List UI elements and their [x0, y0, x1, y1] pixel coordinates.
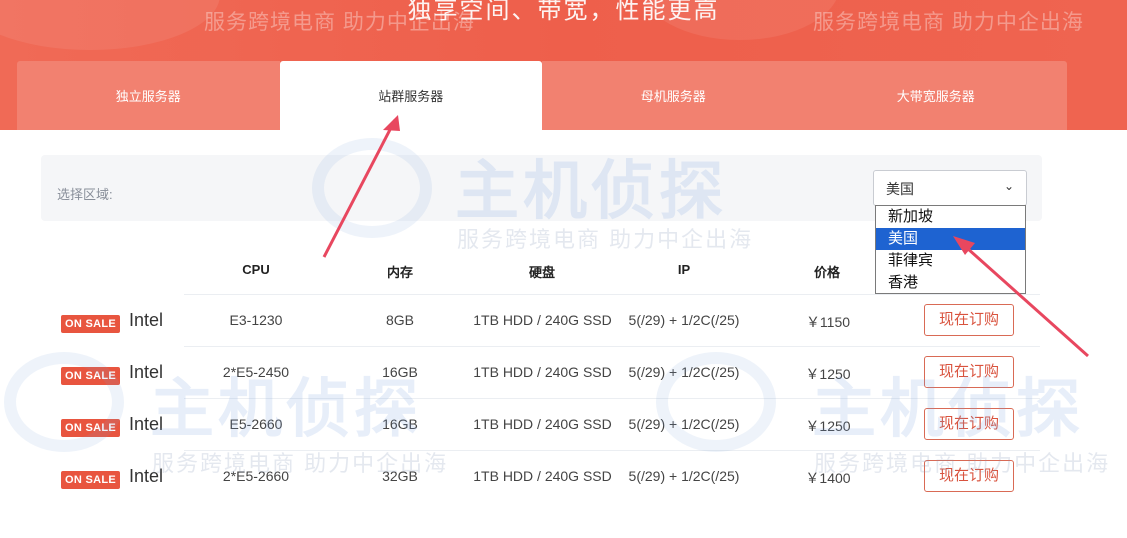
- column-header-cpu: CPU: [242, 262, 270, 277]
- price-value: ￥1250: [805, 418, 851, 434]
- tab-dedicated-server[interactable]: 独立服务器: [17, 61, 280, 130]
- order-now-button[interactable]: 现在订购: [924, 304, 1014, 336]
- row-divider: [184, 398, 1040, 399]
- on-sale-badge: ON SALE: [61, 315, 120, 333]
- memory-value: 16GB: [382, 416, 418, 432]
- price-value: ￥1250: [805, 366, 851, 382]
- cpu-model: 2*E5-2450: [222, 364, 290, 380]
- hero-watermark-right: 服务跨境电商 助力中企出海: [813, 11, 1084, 34]
- watermark-slogan: 服务跨境电商 助力中企出海: [457, 227, 754, 252]
- region-dropdown-list: 新加坡 美国 菲律宾 香港: [875, 205, 1026, 294]
- order-now-button[interactable]: 现在订购: [924, 356, 1014, 388]
- price-value: ￥1400: [805, 470, 851, 486]
- cpu-brand: Intel: [129, 466, 164, 486]
- cpu-model: E3-1230: [229, 312, 283, 328]
- memory-value: 32GB: [382, 468, 418, 484]
- cpu-model: E5-2660: [229, 416, 283, 432]
- server-type-tabs: 独立服务器 站群服务器 母机服务器 大带宽服务器: [17, 61, 1067, 130]
- disk-value: 1TB HDD / 240G SSD: [473, 416, 612, 432]
- region-option-usa[interactable]: 美国: [876, 228, 1025, 250]
- ip-value: 5(/29) + 1/2C(/25): [628, 364, 740, 380]
- order-now-button[interactable]: 现在订购: [924, 460, 1014, 492]
- on-sale-badge: ON SALE: [61, 471, 120, 489]
- cpu-model: 2*E5-2660: [222, 468, 290, 484]
- cpu-brand: Intel: [129, 310, 164, 330]
- cpu-brand: Intel: [129, 362, 164, 382]
- column-header-disk: 硬盘: [528, 265, 555, 280]
- disk-value: 1TB HDD / 240G SSD: [473, 364, 612, 380]
- chevron-down-icon: ⌄: [1003, 179, 1014, 193]
- column-header-ip: IP: [677, 262, 691, 277]
- disk-value: 1TB HDD / 240G SSD: [473, 468, 612, 484]
- ip-value: 5(/29) + 1/2C(/25): [628, 468, 740, 484]
- row-divider: [184, 346, 1040, 347]
- hero-banner: 服务跨境电商 助力中企出海 独享空间、带宽，性能更高 服务跨境电商 助力中企出海…: [0, 0, 1127, 130]
- region-option-singapore[interactable]: 新加坡: [876, 206, 1025, 228]
- cpu-brand: Intel: [129, 414, 164, 434]
- ip-value: 5(/29) + 1/2C(/25): [628, 312, 740, 328]
- ip-value: 5(/29) + 1/2C(/25): [628, 416, 740, 432]
- column-header-price: 价格: [813, 265, 840, 280]
- memory-value: 16GB: [382, 364, 418, 380]
- region-filter-label: 选择区域:: [57, 187, 113, 202]
- row-divider: [184, 450, 1040, 451]
- disk-value: 1TB HDD / 240G SSD: [473, 312, 612, 328]
- tab-cluster-server[interactable]: 站群服务器: [279, 61, 542, 130]
- on-sale-badge: ON SALE: [61, 419, 120, 437]
- price-value: ￥1150: [805, 314, 851, 330]
- tab-host-server[interactable]: 母机服务器: [542, 61, 805, 130]
- region-option-hongkong[interactable]: 香港: [876, 272, 1025, 294]
- region-option-philippines[interactable]: 菲律宾: [876, 250, 1025, 272]
- region-select-value: 美国: [886, 181, 914, 197]
- tab-bandwidth-server[interactable]: 大带宽服务器: [804, 61, 1067, 130]
- order-now-button[interactable]: 现在订购: [924, 408, 1014, 440]
- memory-value: 8GB: [385, 312, 414, 328]
- column-header-memory: 内存: [386, 265, 413, 280]
- region-select[interactable]: 美国 ⌄: [873, 170, 1027, 206]
- on-sale-badge: ON SALE: [61, 367, 120, 385]
- row-divider: [184, 294, 1040, 295]
